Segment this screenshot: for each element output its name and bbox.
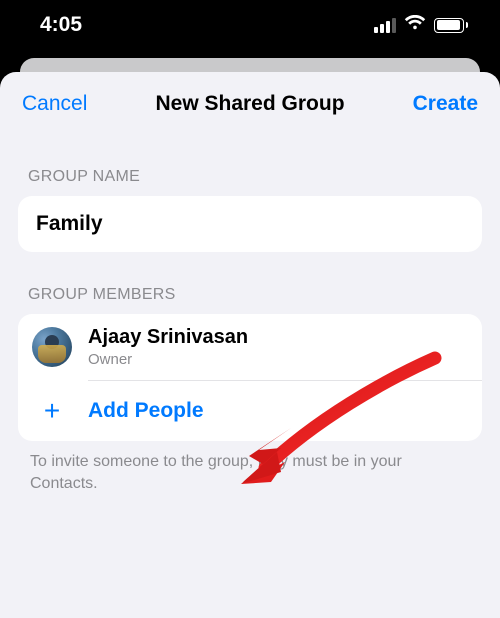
- status-bar: 4:05: [0, 0, 500, 58]
- plus-icon: +: [38, 397, 66, 425]
- cellular-signal-icon: [374, 18, 396, 33]
- wifi-icon: [404, 15, 426, 36]
- page-title: New Shared Group: [155, 92, 344, 116]
- owner-row: Ajaay Srinivasan Owner: [18, 314, 482, 380]
- create-button[interactable]: Create: [413, 92, 478, 116]
- owner-role: Owner: [88, 351, 248, 368]
- group-name-header: GROUP NAME: [18, 134, 482, 196]
- battery-icon: [434, 18, 468, 33]
- footer-hint: To invite someone to the group, they mus…: [18, 441, 482, 494]
- group-members-section: GROUP MEMBERS Ajaay Srinivasan Owner + A…: [0, 252, 500, 494]
- add-people-label: Add People: [88, 399, 204, 423]
- group-members-card: Ajaay Srinivasan Owner + Add People: [18, 314, 482, 441]
- nav-bar: Cancel New Shared Group Create: [0, 72, 500, 134]
- new-shared-group-sheet: Cancel New Shared Group Create GROUP NAM…: [0, 72, 500, 618]
- status-time: 4:05: [40, 13, 82, 37]
- status-icons: [374, 15, 468, 36]
- owner-name: Ajaay Srinivasan: [88, 326, 248, 349]
- group-name-card: [18, 196, 482, 252]
- avatar: [32, 327, 72, 367]
- add-people-button[interactable]: + Add People: [18, 381, 482, 441]
- group-members-header: GROUP MEMBERS: [18, 252, 482, 314]
- cancel-button[interactable]: Cancel: [22, 92, 87, 116]
- group-name-input[interactable]: [36, 212, 464, 236]
- group-name-section: GROUP NAME: [0, 134, 500, 252]
